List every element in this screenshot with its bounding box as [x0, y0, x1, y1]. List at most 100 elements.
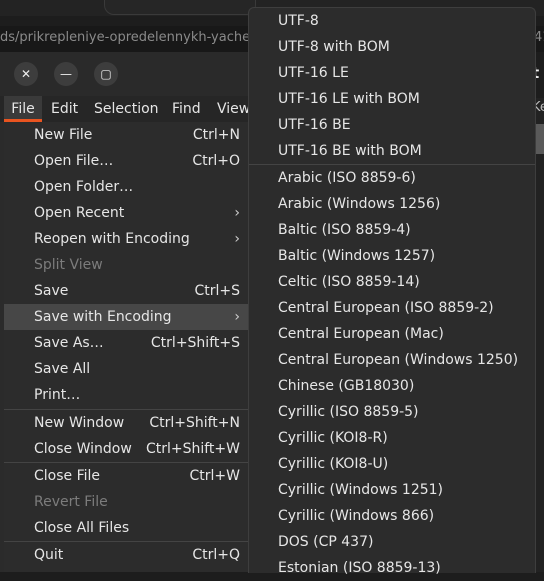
encoding-label: UTF-16 LE with BOM: [278, 91, 420, 107]
maximize-icon: ▢: [100, 67, 112, 81]
encoding-item-chinese[interactable]: Chinese (GB18030): [249, 373, 535, 399]
file-menu: New File Ctrl+N Open File… Ctrl+O Open Fol…: [4, 122, 249, 572]
encoding-item-utf8-bom[interactable]: UTF-8 with BOM: [249, 34, 535, 60]
menu-item-close-all-files[interactable]: Close All Files: [4, 515, 248, 541]
encoding-item-utf16le-bom[interactable]: UTF-16 LE with BOM: [249, 86, 535, 112]
encoding-label: UTF-16 LE: [278, 65, 349, 81]
shortcut-label: Ctrl+S: [194, 283, 240, 299]
menu-item-save-all[interactable]: Save All: [4, 356, 248, 382]
minimize-window-button[interactable]: —: [54, 62, 78, 86]
encoding-label: Cyrillic (Windows 1251): [278, 482, 444, 498]
shortcut-label: Ctrl+Shift+W: [145, 441, 240, 457]
encoding-label: Baltic (Windows 1257): [278, 248, 436, 264]
menu-item-revert-file: Revert File: [4, 489, 248, 515]
encoding-item-ce-iso[interactable]: Central European (ISO 8859-2): [249, 295, 535, 321]
encoding-item-estonian[interactable]: Estonian (ISO 8859-13): [249, 555, 535, 581]
encoding-item-arabic-win[interactable]: Arabic (Windows 1256): [249, 191, 535, 217]
menu-item-label: New File: [34, 127, 93, 143]
menu-item-label: New Window: [34, 415, 125, 431]
encoding-item-ce-win[interactable]: Central European (Windows 1250): [249, 347, 535, 373]
encoding-item-dos[interactable]: DOS (CP 437): [249, 529, 535, 555]
menu-item-print[interactable]: Print…: [4, 382, 248, 408]
minimize-icon: —: [60, 67, 72, 81]
encoding-item-arabic-iso[interactable]: Arabic (ISO 8859-6): [249, 165, 535, 191]
encoding-label: Cyrillic (KOI8-U): [278, 456, 389, 472]
menu-item-reopen-with-encoding[interactable]: Reopen with Encoding ›: [4, 226, 248, 252]
menu-item-label: Close Window: [34, 441, 132, 457]
encoding-label: Estonian (ISO 8859-13): [278, 560, 441, 576]
encoding-item-cyr-koi8r[interactable]: Cyrillic (KOI8-R): [249, 425, 535, 451]
encoding-label: Central European (Windows 1250): [278, 352, 519, 368]
menu-item-split-view: Split View: [4, 252, 248, 278]
menu-item-label: Save with Encoding: [34, 309, 172, 325]
shortcut-label: Ctrl+Shift+S: [150, 335, 240, 351]
encoding-label: Cyrillic (ISO 8859-5): [278, 404, 419, 420]
menu-item-close-file[interactable]: Close File Ctrl+W: [4, 463, 248, 489]
menu-item-label: Quit: [34, 547, 64, 563]
menu-item-open-folder[interactable]: Open Folder…: [4, 174, 248, 200]
encoding-item-utf16be[interactable]: UTF-16 BE: [249, 112, 535, 138]
encoding-label: Central European (Mac): [278, 326, 444, 342]
shortcut-label: Ctrl+N: [192, 127, 240, 143]
menu-item-label: Save As…: [34, 335, 104, 351]
menu-item-label: Reopen with Encoding: [34, 231, 190, 247]
menu-view[interactable]: View: [217, 96, 250, 122]
menu-item-label: Open Folder…: [34, 179, 134, 195]
menu-item-label: Open File…: [34, 153, 114, 169]
menu-edit[interactable]: Edit: [51, 96, 78, 122]
close-window-button[interactable]: ✕: [14, 62, 38, 86]
menu-item-open-file[interactable]: Open File… Ctrl+O: [4, 148, 248, 174]
menu-item-quit[interactable]: Quit Ctrl+Q: [4, 542, 248, 568]
editor-scrollbar[interactable]: [536, 124, 544, 154]
chevron-right-icon: ›: [234, 231, 240, 247]
menu-item-new-file[interactable]: New File Ctrl+N: [4, 122, 248, 148]
maximize-window-button[interactable]: ▢: [94, 62, 118, 86]
menu-item-label: Split View: [34, 257, 103, 273]
encoding-label: Arabic (ISO 8859-6): [278, 170, 416, 186]
encoding-label: Cyrillic (Windows 866): [278, 508, 435, 524]
menu-find[interactable]: Find: [172, 96, 201, 122]
encoding-item-cyr-win1251[interactable]: Cyrillic (Windows 1251): [249, 477, 535, 503]
menu-item-label: Close File: [34, 468, 101, 484]
encoding-item-baltic-win[interactable]: Baltic (Windows 1257): [249, 243, 535, 269]
menu-item-save[interactable]: Save Ctrl+S: [4, 278, 248, 304]
menu-item-label: Close All Files: [34, 520, 130, 536]
menu-item-label: Open Recent: [34, 205, 125, 221]
encoding-item-cyr-koi8u[interactable]: Cyrillic (KOI8-U): [249, 451, 535, 477]
encoding-item-utf16le[interactable]: UTF-16 LE: [249, 60, 535, 86]
shortcut-label: Ctrl+W: [189, 468, 240, 484]
encoding-item-ce-mac[interactable]: Central European (Mac): [249, 321, 535, 347]
encoding-label: Central European (ISO 8859-2): [278, 300, 494, 316]
encoding-item-utf16be-bom[interactable]: UTF-16 BE with BOM: [249, 138, 535, 164]
chevron-right-icon: ›: [234, 309, 240, 325]
menu-item-close-window[interactable]: Close Window Ctrl+Shift+W: [4, 436, 248, 462]
browser-tab[interactable]: [104, 0, 256, 15]
encoding-label: Chinese (GB18030): [278, 378, 415, 394]
menu-item-label: Save: [34, 283, 69, 299]
menu-item-save-as[interactable]: Save As… Ctrl+Shift+S: [4, 330, 248, 356]
encoding-label: UTF-8 with BOM: [278, 39, 390, 55]
menu-item-label: Save All: [34, 361, 91, 377]
encoding-label: Arabic (Windows 1256): [278, 196, 441, 212]
menu-selection[interactable]: Selection: [94, 96, 159, 122]
encoding-label: Baltic (ISO 8859-4): [278, 222, 411, 238]
encoding-label: UTF-16 BE with BOM: [278, 143, 422, 159]
shortcut-label: Ctrl+O: [192, 153, 240, 169]
menu-item-open-recent[interactable]: Open Recent ›: [4, 200, 248, 226]
menu-item-save-with-encoding[interactable]: Save with Encoding ›: [4, 304, 248, 330]
close-icon: ✕: [20, 67, 32, 81]
menu-item-label: Revert File: [34, 494, 108, 510]
menu-item-new-window[interactable]: New Window Ctrl+Shift+N: [4, 410, 248, 436]
encoding-label: Cyrillic (KOI8-R): [278, 430, 388, 446]
encoding-item-cyr-iso[interactable]: Cyrillic (ISO 8859-5): [249, 399, 535, 425]
encoding-item-celtic-iso[interactable]: Celtic (ISO 8859-14): [249, 269, 535, 295]
encoding-submenu: UTF-8 UTF-8 with BOM UTF-16 LE UTF-16 LE…: [248, 7, 536, 576]
encoding-item-cyr-win866[interactable]: Cyrillic (Windows 866): [249, 503, 535, 529]
shortcut-label: Ctrl+Shift+N: [149, 415, 240, 431]
chevron-right-icon: ›: [234, 205, 240, 221]
encoding-label: UTF-8: [278, 13, 319, 29]
encoding-label: Celtic (ISO 8859-14): [278, 274, 420, 290]
encoding-item-utf8[interactable]: UTF-8: [249, 8, 535, 34]
encoding-item-baltic-iso[interactable]: Baltic (ISO 8859-4): [249, 217, 535, 243]
url-text: ds/prikrepleniye-opredelennykh-yachey: [0, 30, 258, 45]
